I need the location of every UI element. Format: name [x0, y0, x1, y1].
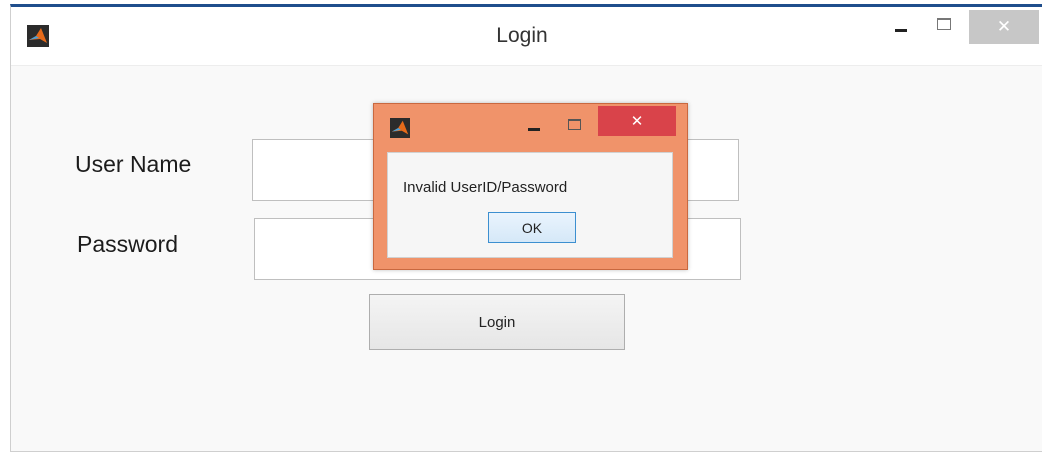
maximize-icon: [567, 118, 581, 130]
minimize-button[interactable]: [885, 10, 917, 44]
close-icon: ✕: [996, 17, 1012, 36]
login-button[interactable]: Login: [369, 294, 625, 350]
dialog-body: Invalid UserID/Password OK: [387, 152, 673, 258]
password-label: Password: [77, 231, 178, 257]
ok-button[interactable]: OK: [488, 212, 576, 243]
dialog-close-button[interactable]: ✕: [598, 106, 676, 136]
error-message: Invalid UserID/Password: [403, 179, 568, 196]
matlab-logo-icon: [390, 118, 410, 138]
minimize-icon: [528, 127, 540, 131]
close-button[interactable]: ✕: [969, 10, 1039, 44]
maximize-icon: [937, 18, 951, 30]
maximize-button[interactable]: [931, 10, 957, 44]
close-icon: ✕: [630, 113, 644, 130]
minimize-icon: [895, 28, 907, 32]
dialog-maximize-button[interactable]: [562, 114, 586, 134]
username-label: User Name: [75, 151, 192, 177]
title-bar[interactable]: Login ✕: [11, 7, 1042, 65]
error-dialog: ✕ Invalid UserID/Password OK: [373, 103, 688, 270]
dialog-minimize-button[interactable]: [522, 114, 546, 136]
